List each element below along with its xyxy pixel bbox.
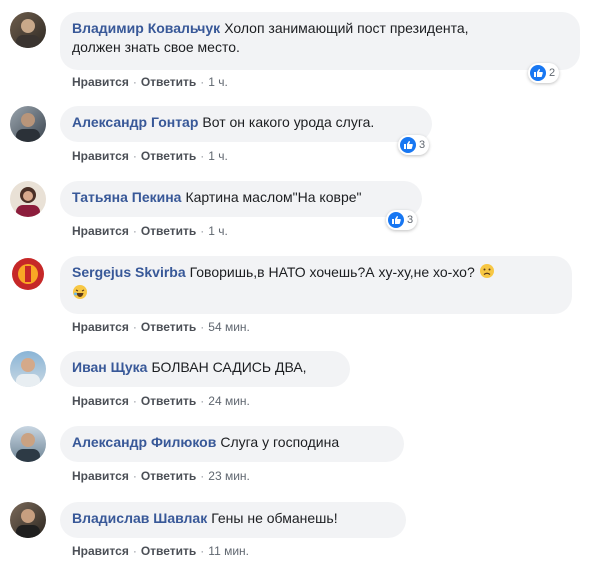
reactions-badge[interactable]: 3 (398, 135, 430, 155)
separator: · (200, 469, 205, 483)
reply-link[interactable]: Ответить (141, 224, 196, 238)
separator: · (132, 75, 137, 89)
reactions-count: 2 (549, 67, 556, 79)
comment-text-line2: должен знать свое место. (72, 39, 240, 55)
comment-actions: Нравится · Ответить · 11 мин. (72, 544, 249, 558)
separator: · (200, 75, 205, 89)
comment-author[interactable]: Татьяна Пекина (72, 189, 181, 205)
comment-author[interactable]: Иван Щука (72, 359, 147, 375)
like-icon (530, 65, 546, 81)
like-link[interactable]: Нравится (72, 469, 129, 483)
separator: · (200, 394, 205, 408)
sad-face-icon (479, 263, 495, 284)
comment-actions: Нравится · Ответить · 23 мин. (72, 469, 250, 483)
comment-text: БОЛВАН САДИСЬ ДВА, (151, 359, 307, 375)
like-link[interactable]: Нравится (72, 224, 129, 238)
separator: · (132, 149, 137, 163)
avatar[interactable] (10, 181, 46, 217)
comment-actions: Нравится · Ответить · 1 ч. (72, 149, 228, 163)
comment-author[interactable]: Владислав Шавлак (72, 510, 207, 526)
comment-author[interactable]: Sergejus Skvirba (72, 264, 186, 280)
reply-link[interactable]: Ответить (141, 394, 196, 408)
comment-bubble: Татьяна Пекина Картина маслом"На ковре" (60, 181, 422, 217)
comment-bubble: Александр Гонтар Вот он какого урода слуг… (60, 106, 432, 142)
comment-text: Вот он какого урода слуга. (202, 114, 375, 130)
person-avatar-icon (16, 113, 40, 142)
comment-author[interactable]: Александр Гонтар (72, 114, 198, 130)
avatar[interactable] (10, 426, 46, 462)
separator: · (200, 320, 205, 334)
comment-author[interactable]: Владимир Ковальчук (72, 20, 220, 36)
timestamp[interactable]: 24 мин. (208, 394, 250, 408)
comment-bubble: Sergejus Skvirba Говоришь,в НАТО хочешь?А… (60, 256, 572, 314)
separator: · (200, 224, 205, 238)
separator: · (200, 544, 205, 558)
like-link[interactable]: Нравится (72, 75, 129, 89)
comment-text: Картина маслом"На ковре" (185, 189, 362, 205)
comment-text: Слуга у господина (220, 434, 340, 450)
reply-link[interactable]: Ответить (141, 544, 196, 558)
person-avatar-icon (16, 187, 40, 217)
avatar[interactable] (10, 502, 46, 538)
reactions-count: 3 (407, 214, 414, 226)
reactions-badge[interactable]: 3 (386, 210, 418, 230)
comment-actions: Нравится · Ответить · 54 мин. (72, 320, 250, 334)
comment-text: Говоришь,в НАТО хочешь?А ху-ху,не хо-хо? (189, 264, 475, 281)
avatar[interactable] (10, 351, 46, 387)
reply-link[interactable]: Ответить (141, 469, 196, 483)
comment-text: Гены не обманешь! (211, 510, 338, 526)
separator: · (132, 320, 137, 334)
comment-actions: Нравится · Ответить · 1 ч. (72, 75, 228, 89)
separator: · (132, 544, 137, 558)
comment-actions: Нравится · Ответить · 1 ч. (72, 224, 228, 238)
like-icon (400, 137, 416, 153)
comment-bubble: Иван Щука БОЛВАН САДИСЬ ДВА, (60, 351, 350, 387)
person-avatar-icon (16, 358, 40, 387)
timestamp[interactable]: 54 мин. (208, 320, 250, 334)
person-avatar-icon (16, 433, 40, 462)
coat-of-arms-icon (12, 258, 44, 290)
comment-text: Холоп занимающий пост президента, (224, 20, 469, 36)
avatar[interactable] (10, 12, 46, 48)
like-link[interactable]: Нравится (72, 320, 129, 334)
reply-link[interactable]: Ответить (141, 149, 196, 163)
person-avatar-icon (16, 19, 40, 48)
like-link[interactable]: Нравится (72, 149, 129, 163)
separator: · (132, 469, 137, 483)
timestamp[interactable]: 1 ч. (208, 224, 228, 238)
comment-bubble: Владислав Шавлак Гены не обманешь! (60, 502, 406, 538)
comment-bubble: Александр Филюков Слуга у господина (60, 426, 404, 462)
separator: · (132, 394, 137, 408)
reactions-count: 3 (419, 139, 426, 151)
timestamp[interactable]: 1 ч. (208, 149, 228, 163)
separator: · (200, 149, 205, 163)
avatar[interactable] (10, 106, 46, 142)
like-icon (388, 212, 404, 228)
timestamp[interactable]: 1 ч. (208, 75, 228, 89)
like-link[interactable]: Нравится (72, 394, 129, 408)
comment-bubble: Владимир Ковальчук Холоп занимающий пост … (60, 12, 580, 70)
person-avatar-icon (16, 509, 40, 538)
like-link[interactable]: Нравится (72, 544, 129, 558)
reply-link[interactable]: Ответить (141, 75, 196, 89)
timestamp[interactable]: 11 мин. (208, 544, 249, 558)
comment-actions: Нравится · Ответить · 24 мин. (72, 394, 250, 408)
comment-author[interactable]: Александр Филюков (72, 434, 216, 450)
reply-link[interactable]: Ответить (141, 320, 196, 334)
avatar[interactable] (10, 256, 46, 292)
laughing-face-icon (72, 284, 88, 305)
separator: · (132, 224, 137, 238)
timestamp[interactable]: 23 мин. (208, 469, 250, 483)
reactions-badge[interactable]: 2 (528, 63, 560, 83)
